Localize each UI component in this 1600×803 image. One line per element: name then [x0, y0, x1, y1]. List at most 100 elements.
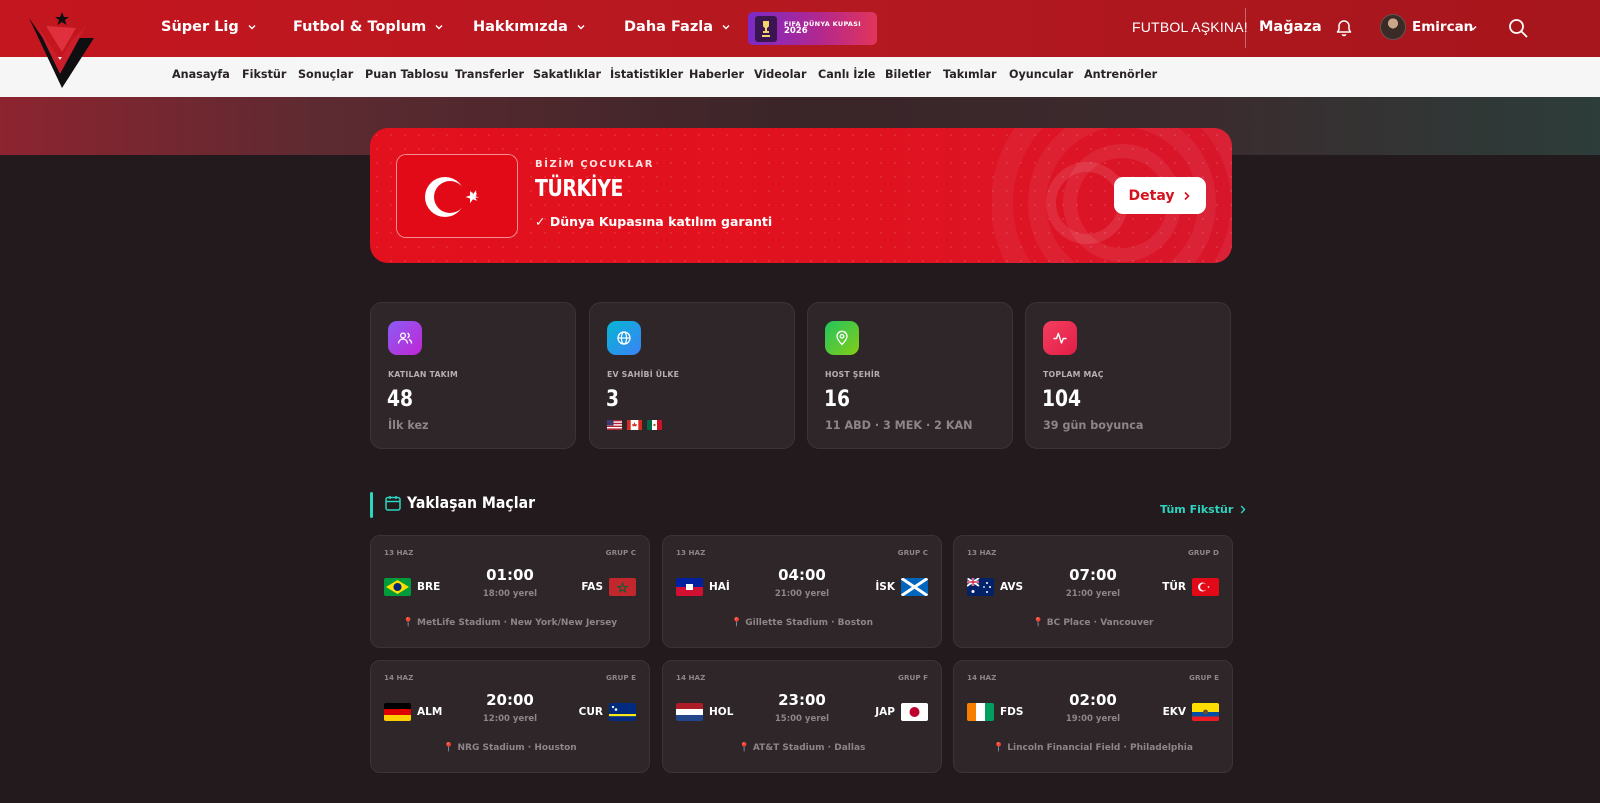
- venue-label: AT&T Stadium · Dallas: [752, 743, 866, 753]
- chevron-down-icon: [577, 25, 585, 30]
- subnav-videolar[interactable]: Videolar: [754, 68, 806, 81]
- match-date: 14 HAZ: [676, 673, 706, 682]
- match-time: 02:00: [1069, 691, 1117, 709]
- us-flag-icon: [607, 420, 622, 430]
- local-time: 21:00 yerel: [774, 589, 830, 599]
- nav-label: Hakkımızda: [473, 19, 568, 35]
- pin-icon: 📍: [738, 743, 750, 753]
- match-date: 13 HAZ: [676, 548, 706, 557]
- stat-label: HOST ŞEHİR: [825, 370, 881, 379]
- store-link[interactable]: Mağaza: [1259, 19, 1322, 35]
- match-time: 04:00: [778, 566, 826, 584]
- subnav-haberler[interactable]: Haberler: [689, 68, 744, 81]
- divider: [1245, 8, 1246, 48]
- match-date: 13 HAZ: [967, 548, 997, 557]
- venue-label: Gillette Stadium · Boston: [745, 618, 873, 628]
- away-team: EKV: [1162, 706, 1186, 718]
- match-time: 20:00: [486, 691, 534, 709]
- trophy-icon: [755, 15, 777, 42]
- morocco-flag-icon: [609, 578, 636, 596]
- away-team: JAP: [875, 706, 895, 718]
- match-group: GRUP C: [605, 548, 636, 557]
- match-card[interactable]: 13 HAZ GRUP D AVS 07:00 21:00 yerel TÜR …: [953, 535, 1233, 648]
- chevron-right-icon: [1184, 191, 1191, 200]
- stat-sub: İlk kez: [388, 419, 429, 432]
- host-flags: [607, 420, 662, 430]
- search-icon[interactable]: [1507, 17, 1529, 39]
- canada-flag-icon: [627, 420, 642, 430]
- local-time: 21:00 yerel: [1065, 589, 1121, 599]
- subnav-biletler[interactable]: Biletler: [885, 68, 931, 81]
- top-header: Süper Lig Futbol & Toplum Hakkımızda Dah…: [0, 0, 1600, 57]
- chevron-right-icon: [1240, 505, 1246, 514]
- match-venue: 📍 BC Place · Vancouver: [954, 618, 1232, 628]
- nav-futbol-toplum[interactable]: Futbol & Toplum: [293, 19, 444, 35]
- match-card[interactable]: 14 HAZ GRUP E ALM 20:00 12:00 yerel CUR …: [370, 660, 650, 773]
- stat-value: 48: [387, 387, 414, 412]
- match-venue: 📍 Lincoln Financial Field · Philadelphia: [954, 743, 1232, 753]
- avatar[interactable]: [1380, 14, 1406, 40]
- calendar-icon: [385, 496, 401, 511]
- badge-year: 2026: [784, 26, 808, 37]
- match-date: 14 HAZ: [384, 673, 414, 682]
- match-card[interactable]: 14 HAZ GRUP E FDS 02:00 19:00 yerel EKV …: [953, 660, 1233, 773]
- world-cup-badge[interactable]: FIFA DÜNYA KUPASI 2026: [748, 12, 877, 45]
- nav-label: Daha Fazla: [624, 19, 714, 35]
- match-card[interactable]: 13 HAZ GRUP C BRE 01:00 18:00 yerel FAS …: [370, 535, 650, 648]
- national-team-banner: BİZİM ÇOCUKLAR TÜRKİYE ✓ Dünya Kupasına …: [370, 128, 1232, 263]
- bell-icon[interactable]: [1334, 18, 1354, 38]
- subnav-takimlar[interactable]: Takımlar: [943, 68, 997, 81]
- local-time: 12:00 yerel: [482, 714, 538, 724]
- pin-icon: 📍: [731, 618, 743, 628]
- match-group: GRUP F: [898, 673, 928, 682]
- site-logo[interactable]: [24, 8, 96, 92]
- subnav-canli-izle[interactable]: Canlı İzle: [818, 68, 875, 81]
- subnav-anasayfa[interactable]: Anasayfa: [172, 68, 230, 81]
- subnav-sonuclar[interactable]: Sonuçlar: [298, 68, 353, 81]
- all-fixture-link[interactable]: Tüm Fikstür: [1160, 503, 1246, 516]
- chevron-down-icon: [435, 25, 443, 30]
- detail-button[interactable]: Detay: [1114, 177, 1206, 214]
- chevron-down-icon[interactable]: [1468, 23, 1478, 33]
- subnav-oyuncular[interactable]: Oyuncular: [1009, 68, 1073, 81]
- username[interactable]: Emircan: [1412, 19, 1473, 35]
- local-time: 19:00 yerel: [1065, 714, 1121, 724]
- nav-hakkimizda[interactable]: Hakkımızda: [473, 19, 586, 35]
- venue-label: BC Place · Vancouver: [1046, 618, 1154, 628]
- subnav-sakatliklar[interactable]: Sakatlıklar: [533, 68, 601, 81]
- turkey-flag: [396, 154, 518, 238]
- stat-sub: 39 gün boyunca: [1043, 419, 1144, 432]
- sub-nav: Anasayfa Fikstür Sonuçlar Puan Tablosu T…: [0, 57, 1600, 97]
- nav-daha-fazla[interactable]: Daha Fazla: [624, 19, 731, 35]
- away-team: TÜR: [1162, 581, 1186, 593]
- subnav-fikstur[interactable]: Fikstür: [242, 68, 286, 81]
- match-time: 01:00: [486, 566, 534, 584]
- curacao-flag-icon: [609, 703, 636, 721]
- banner-country: TÜRKİYE: [535, 176, 624, 202]
- chevron-down-icon: [722, 25, 730, 30]
- subnav-puan-tablosu[interactable]: Puan Tablosu: [365, 68, 448, 81]
- stat-card-host-countries: EV SAHİBİ ÜLKE 3: [589, 302, 795, 449]
- subnav-istatistikler[interactable]: İstatistikler: [610, 68, 683, 81]
- subnav-transferler[interactable]: Transferler: [455, 68, 524, 81]
- subnav-antrenorler[interactable]: Antrenörler: [1084, 68, 1157, 81]
- scotland-flag-icon: [901, 578, 928, 596]
- match-card[interactable]: 13 HAZ GRUP C HAİ 04:00 21:00 yerel İSK …: [662, 535, 942, 648]
- stat-label: TOPLAM MAÇ: [1043, 370, 1104, 379]
- venue-label: Lincoln Financial Field · Philadelphia: [1007, 743, 1193, 753]
- nav-super-lig[interactable]: Süper Lig: [161, 19, 257, 35]
- slogan: FUTBOL AŞKINA!: [1132, 19, 1248, 35]
- match-date: 13 HAZ: [384, 548, 414, 557]
- nav-label: Süper Lig: [161, 19, 239, 35]
- stat-label: EV SAHİBİ ÜLKE: [607, 370, 680, 379]
- match-card[interactable]: 14 HAZ GRUP F HOL 23:00 15:00 yerel JAP …: [662, 660, 942, 773]
- match-date: 14 HAZ: [967, 673, 997, 682]
- match-venue: 📍 AT&T Stadium · Dallas: [663, 743, 941, 753]
- match-venue: 📍 NRG Stadium · Houston: [371, 743, 649, 753]
- globe-icon: [607, 321, 641, 355]
- detail-button-label: Detay: [1128, 187, 1175, 204]
- section-accent-bar: [370, 492, 373, 518]
- stat-card-total-matches: TOPLAM MAÇ 104 39 gün boyunca: [1025, 302, 1231, 449]
- ecuador-flag-icon: [1192, 703, 1219, 721]
- match-venue: 📍 MetLife Stadium · New York/New Jersey: [371, 618, 649, 628]
